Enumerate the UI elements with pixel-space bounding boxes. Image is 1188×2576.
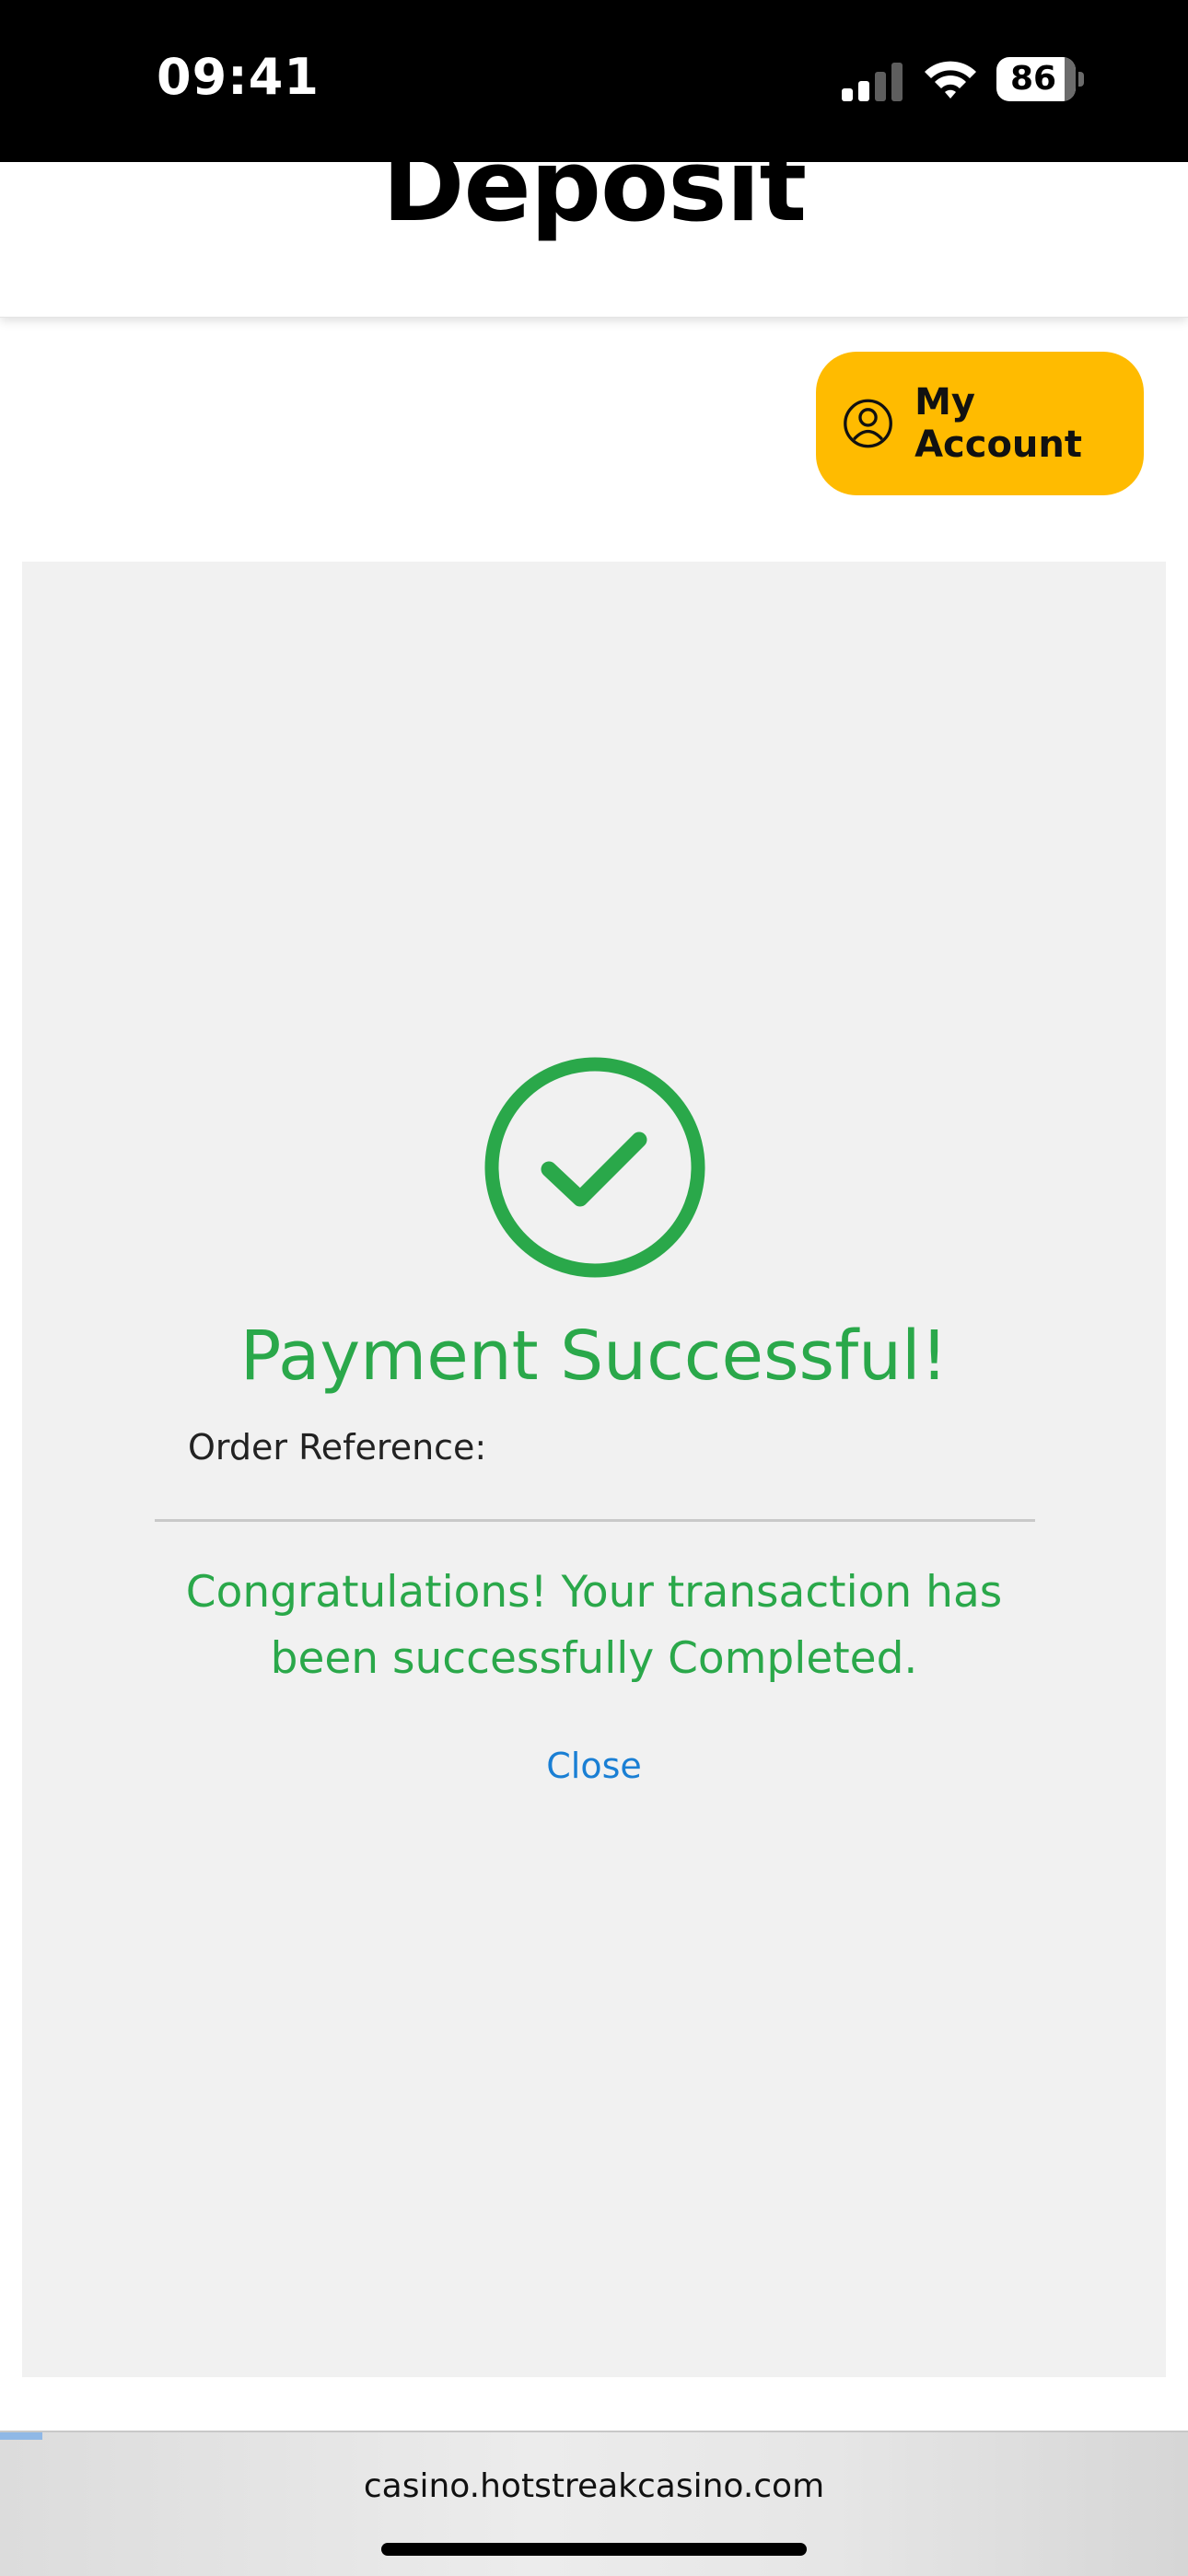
close-link[interactable]: Close xyxy=(22,1746,1166,1786)
battery-icon: 86 xyxy=(996,57,1085,101)
browser-address-bar[interactable]: casino.hotstreakcasino.com xyxy=(0,2431,1188,2576)
my-account-button[interactable]: My Account xyxy=(816,352,1144,495)
url-text[interactable]: casino.hotstreakcasino.com xyxy=(0,2467,1188,2505)
check-circle-icon xyxy=(484,1057,705,1278)
page-load-progress xyxy=(0,2432,42,2440)
my-account-label: My Account xyxy=(914,381,1082,466)
page-header: Deposit xyxy=(0,162,1188,318)
page-title: Deposit xyxy=(381,162,807,244)
success-message: Congratulations! Your transaction has be… xyxy=(185,1567,1003,1684)
divider xyxy=(155,1519,1035,1522)
signal-icon xyxy=(842,63,903,101)
user-circle-icon xyxy=(844,399,892,448)
battery-level: 86 xyxy=(1009,60,1057,98)
home-indicator[interactable] xyxy=(381,2543,807,2556)
order-reference-label: Order Reference: xyxy=(188,1427,487,1468)
payment-result-panel: Payment Successful! Order Reference: Con… xyxy=(22,562,1166,2377)
status-bar: 09:41 86 xyxy=(0,0,1188,162)
status-time: 09:41 xyxy=(157,48,320,106)
wifi-icon xyxy=(925,61,976,99)
payment-success-title: Payment Successful! xyxy=(239,1317,949,1396)
